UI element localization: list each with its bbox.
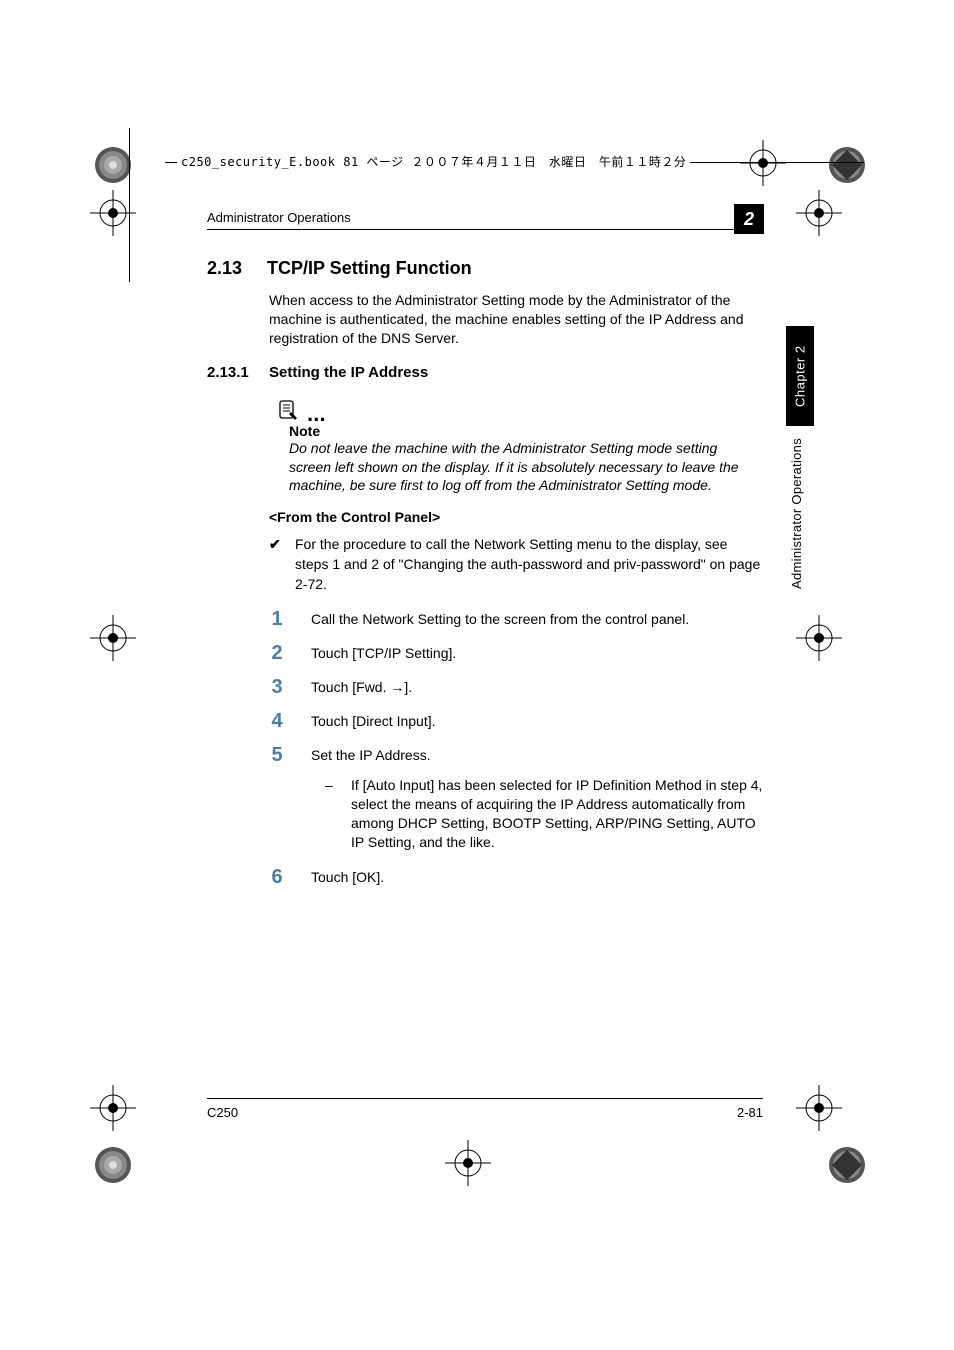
- bookmark-bar: c250_security_E.book 81 ページ ２００７年４月１１日 水…: [165, 148, 864, 188]
- note-block: . . . Note Do not leave the machine with…: [269, 399, 763, 496]
- subsection-number: 2.13.1: [207, 364, 257, 381]
- running-head: Administrator Operations: [207, 210, 763, 225]
- step-6: 6 Touch [OK].: [269, 868, 763, 888]
- step-5-substep: – If [Auto Input] has been selected for …: [325, 776, 763, 852]
- bookmark-text: c250_security_E.book 81 ページ ２００７年４月１１日 水…: [177, 153, 690, 170]
- subsection-heading: 2.13.1 Setting the IP Address: [207, 364, 763, 381]
- step-4: 4 Touch [Direct Input].: [269, 712, 763, 732]
- head-rule: [207, 229, 763, 230]
- step-number: 5: [269, 745, 285, 765]
- page-root: c250_security_E.book 81 ページ ２００７年４月１１日 水…: [0, 0, 954, 1350]
- step-text: Set the IP Address.: [311, 746, 431, 765]
- note-label: Note: [289, 423, 763, 439]
- note-body: Do not leave the machine with the Admini…: [289, 439, 763, 496]
- step-5: 5 Set the IP Address.: [269, 746, 763, 766]
- panel-subhead: <From the Control Panel>: [269, 509, 763, 525]
- reg-mark-mid-right: [796, 615, 842, 661]
- step-text: Touch [Fwd. →].: [311, 678, 412, 697]
- step-number: 2: [269, 643, 285, 663]
- step-text: Call the Network Setting to the screen f…: [311, 610, 689, 629]
- step-text: Touch [TCP/IP Setting].: [311, 644, 456, 663]
- reg-mark-bot-right-2: [796, 1085, 842, 1131]
- reg-mark-bot-left-1: [78, 1130, 148, 1200]
- section-intro: When access to the Administrator Setting…: [269, 291, 763, 348]
- crop-rule-left: [129, 128, 130, 282]
- section-heading: 2.13 TCP/IP Setting Function: [207, 258, 763, 279]
- reg-mark-bot-right-1: [812, 1130, 882, 1200]
- footer-page: 2-81: [737, 1105, 763, 1120]
- reg-mark-bot-center: [445, 1140, 491, 1186]
- note-icon: [277, 399, 299, 421]
- chapter-badge: 2: [734, 204, 764, 234]
- check-line: ✔ For the procedure to call the Network …: [269, 535, 763, 594]
- subsection-title: Setting the IP Address: [269, 364, 428, 381]
- substep-text: If [Auto Input] has been selected for IP…: [351, 776, 763, 852]
- running-head-title: Administrator Operations: [207, 210, 351, 225]
- dash-icon: –: [325, 776, 337, 852]
- step-text: Touch [OK].: [311, 868, 384, 887]
- step-number: 4: [269, 711, 285, 731]
- step-number: 3: [269, 677, 285, 697]
- footer-model: C250: [207, 1105, 238, 1120]
- note-dots-icon: . . .: [307, 410, 323, 418]
- step-3: 3 Touch [Fwd. →].: [269, 678, 763, 698]
- side-tab-chapter: Chapter 2: [786, 326, 814, 426]
- step-text: Touch [Direct Input].: [311, 712, 436, 731]
- side-tab-section: Administrator Operations: [789, 438, 804, 589]
- reg-mark-mid-left: [90, 615, 136, 661]
- reg-mark-bot-left-2: [90, 1085, 136, 1131]
- section-title: TCP/IP Setting Function: [267, 258, 472, 279]
- step-number: 6: [269, 867, 285, 887]
- section-number: 2.13: [207, 258, 249, 279]
- step-number: 1: [269, 609, 285, 629]
- step-2: 2 Touch [TCP/IP Setting].: [269, 644, 763, 664]
- check-icon: ✔: [269, 535, 283, 594]
- content-area: Administrator Operations 2 2.13 TCP/IP S…: [207, 210, 763, 902]
- step-1: 1 Call the Network Setting to the screen…: [269, 610, 763, 630]
- check-text: For the procedure to call the Network Se…: [295, 535, 763, 594]
- footer: C250 2-81: [207, 1098, 763, 1120]
